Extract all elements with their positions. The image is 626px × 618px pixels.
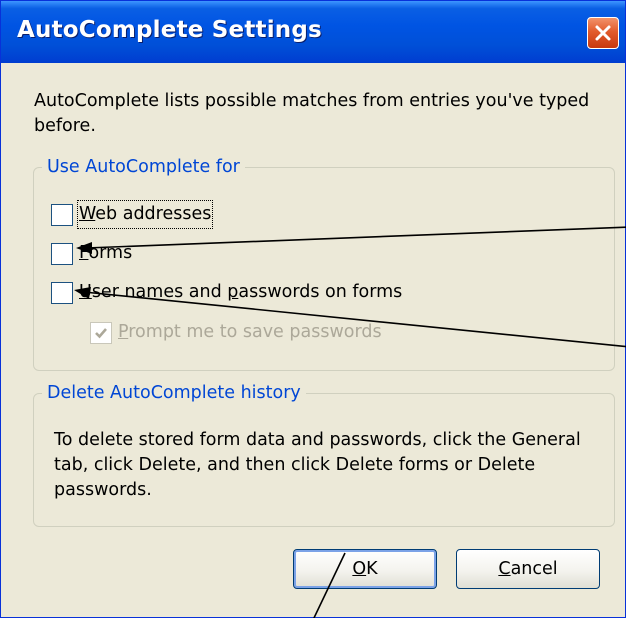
intro-text: AutoComplete lists possible matches from… (34, 91, 590, 136)
user-names-passwords-option[interactable]: User names and passwords on forms (51, 280, 402, 305)
web-addresses-label[interactable]: Web addresses (76, 200, 214, 229)
delete-history-text: To delete stored form data and passwords… (54, 430, 581, 500)
forms-label[interactable]: Forms (79, 241, 132, 266)
autocomplete-settings-dialog: AutoComplete Settings AutoComplete lists… (0, 0, 626, 618)
web-addresses-option[interactable]: Web addresses (51, 200, 214, 229)
title-bar[interactable]: AutoComplete Settings (1, 1, 625, 63)
cancel-button-label: Cancel (498, 559, 558, 579)
user-names-passwords-label[interactable]: User names and passwords on forms (79, 280, 402, 305)
user-names-passwords-checkbox[interactable] (51, 281, 73, 304)
dialog-title: AutoComplete Settings (17, 17, 322, 43)
cancel-button[interactable]: Cancel (456, 549, 600, 589)
prompt-save-passwords-checkbox (90, 321, 112, 344)
prompt-save-passwords-option: Prompt me to save passwords (90, 320, 382, 345)
use-autocomplete-group-title: Use AutoComplete for (42, 154, 245, 180)
close-icon (595, 25, 611, 41)
forms-checkbox[interactable] (51, 242, 73, 265)
ok-button-label: OK (352, 559, 378, 579)
delete-history-group: Delete AutoComplete history To delete st… (33, 380, 615, 527)
use-autocomplete-group: Use AutoComplete for Web addresses Forms… (33, 154, 615, 371)
dialog-body: AutoComplete lists possible matches from… (5, 63, 621, 613)
web-addresses-checkbox[interactable] (51, 203, 73, 226)
ok-button[interactable]: OK (293, 549, 437, 589)
delete-history-group-title: Delete AutoComplete history (42, 380, 306, 406)
forms-option[interactable]: Forms (51, 241, 132, 266)
prompt-save-passwords-label: Prompt me to save passwords (118, 322, 382, 342)
close-button[interactable] (587, 17, 619, 49)
checkmark-icon (95, 327, 107, 338)
